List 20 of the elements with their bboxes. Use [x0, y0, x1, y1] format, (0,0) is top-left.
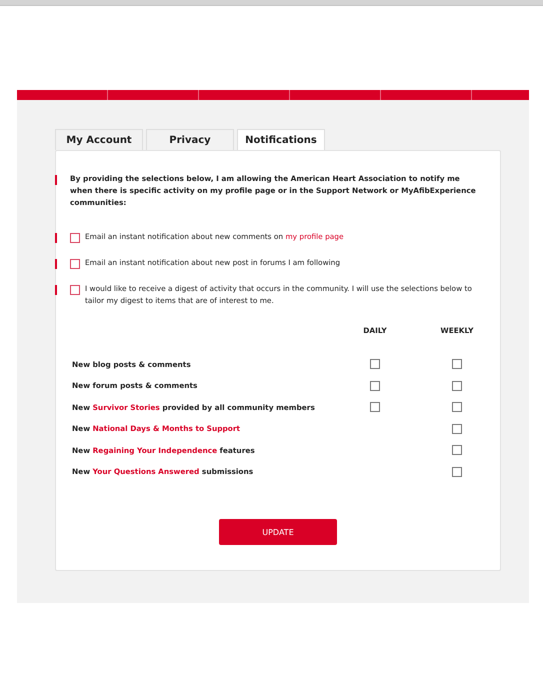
checkbox[interactable] [370, 380, 380, 390]
checkbox[interactable] [452, 466, 462, 476]
marker [55, 175, 57, 185]
marker [55, 233, 57, 243]
checkbox[interactable] [70, 285, 80, 295]
checkbox[interactable] [452, 359, 462, 369]
checkbox[interactable] [70, 233, 80, 243]
tab[interactable]: Privacy [146, 129, 234, 150]
checkbox[interactable] [370, 402, 380, 412]
checkbox[interactable] [452, 380, 462, 390]
checkbox[interactable] [370, 359, 380, 369]
marker [55, 285, 57, 295]
marker [55, 259, 57, 269]
update-button[interactable]: UPDATE [219, 519, 337, 545]
checkbox[interactable] [452, 424, 462, 434]
checkbox[interactable] [452, 445, 462, 455]
tab[interactable]: My Account [55, 129, 143, 150]
checkbox[interactable] [452, 402, 462, 412]
tab[interactable]: Notifications [237, 129, 325, 150]
checkbox[interactable] [70, 259, 80, 269]
